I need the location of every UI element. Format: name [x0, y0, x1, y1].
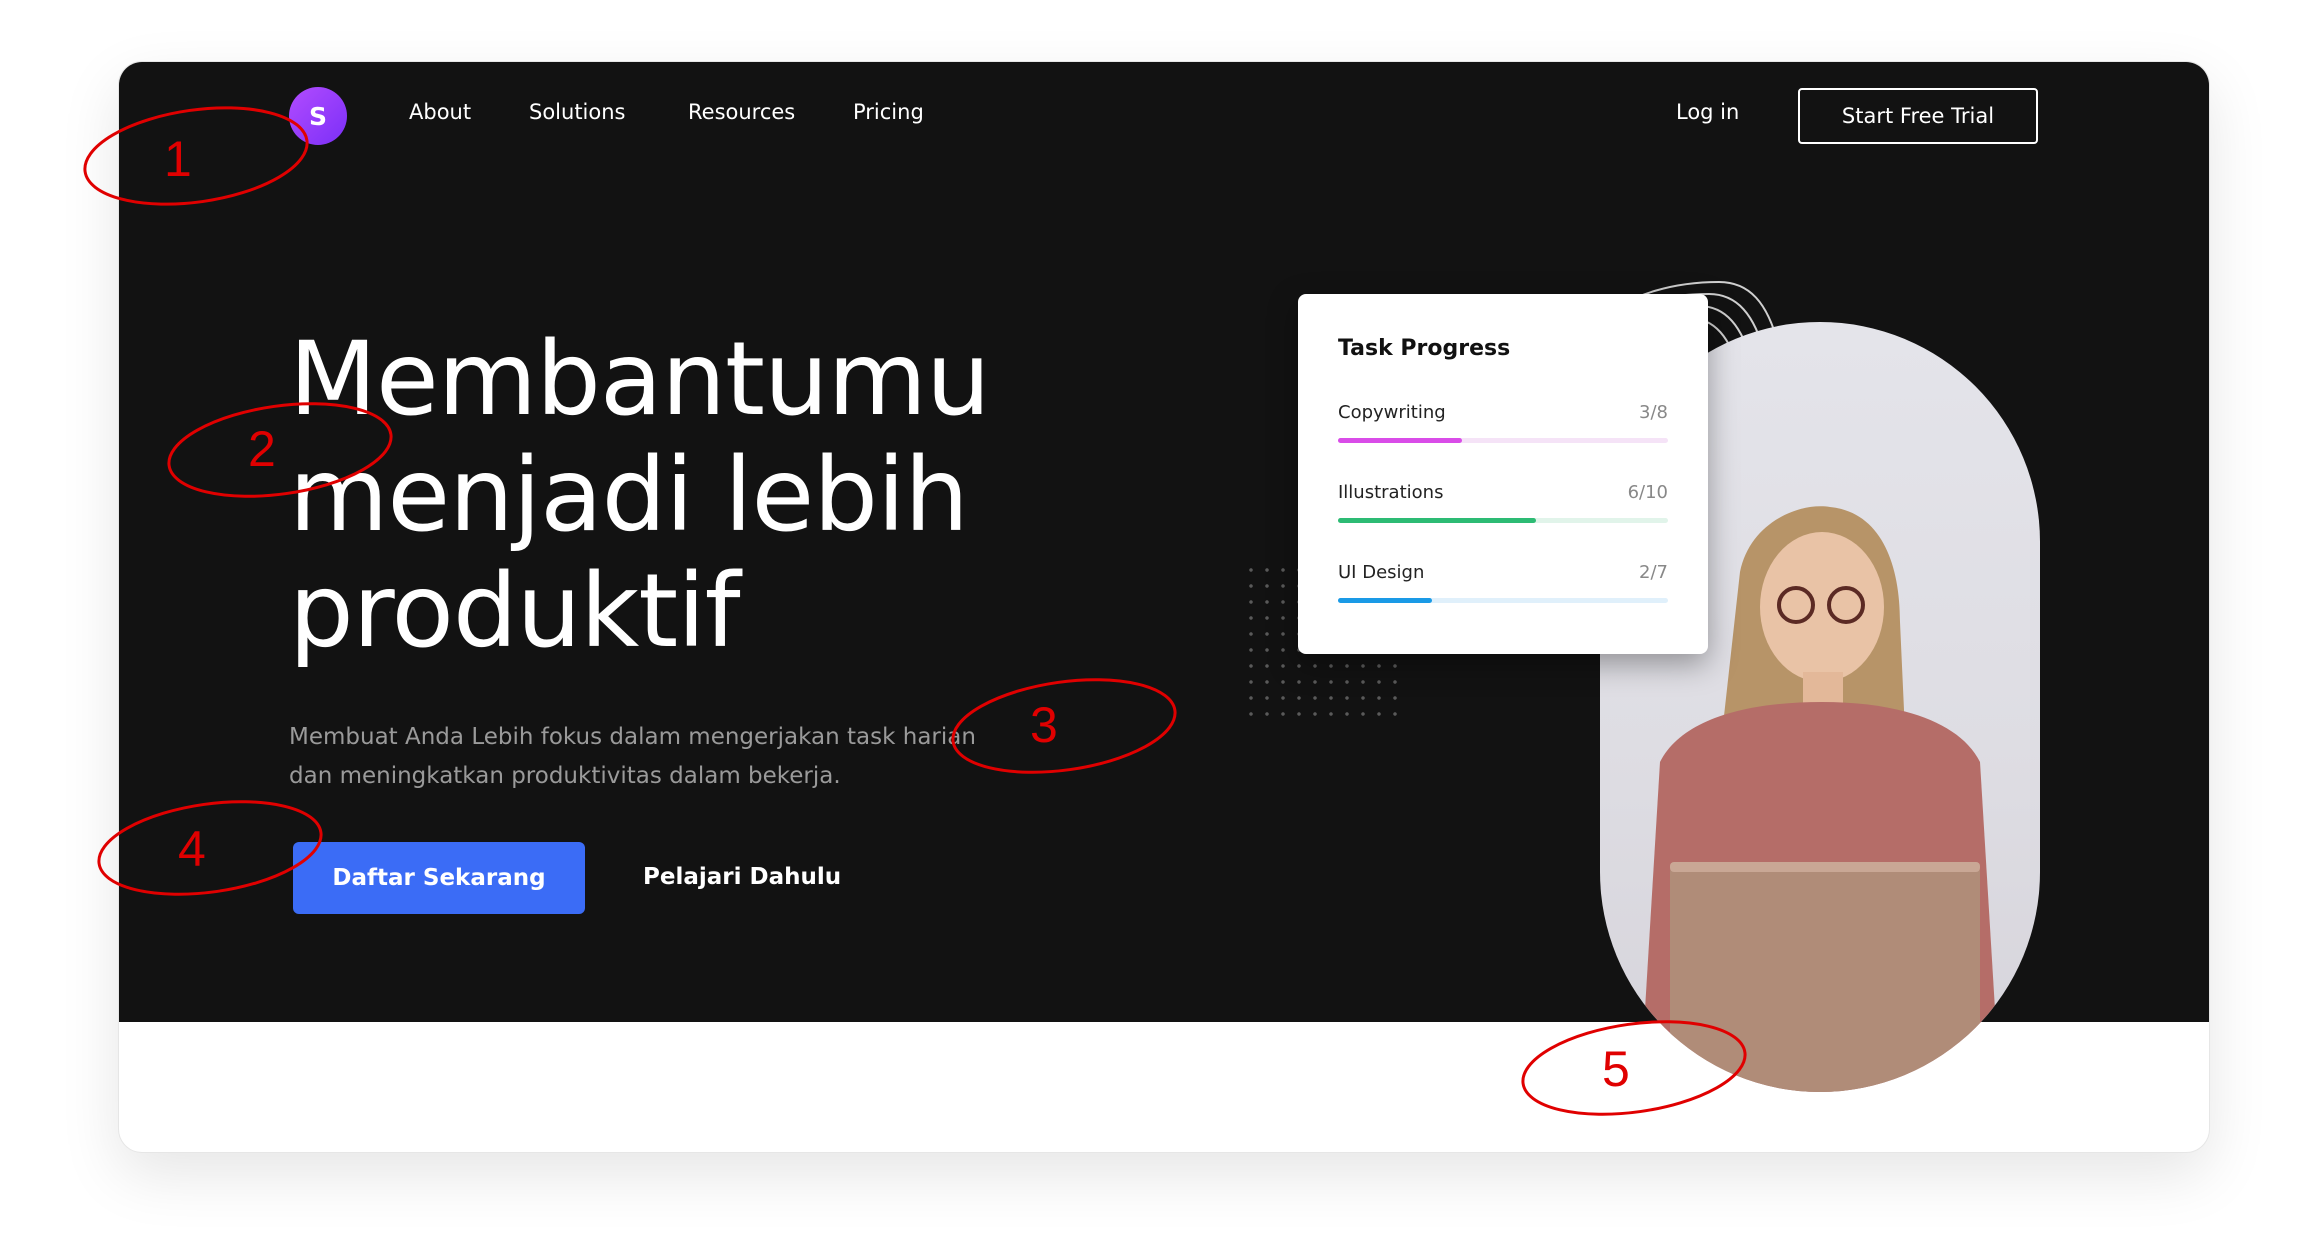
annotation-circle-3	[951, 678, 1177, 774]
subtitle-line-2: dan meningkatkan produktivitas dalam bek…	[289, 763, 841, 789]
hero-subtitle: Membuat Anda Lebih fokus dalam mengerjak…	[289, 718, 1049, 796]
annotation-circle-1	[83, 106, 309, 206]
annotation-number-5: 5	[1602, 1041, 1630, 1097]
login-link[interactable]: Log in	[1676, 100, 1739, 124]
task-count: 2/7	[1639, 562, 1668, 583]
progress-track	[1338, 518, 1668, 523]
daftar-sekarang-label: Daftar Sekarang	[332, 865, 546, 891]
nav-resources[interactable]: Resources	[688, 100, 795, 124]
laptop-edge	[1670, 862, 1980, 872]
top-navigation: S About Solutions Resources Pricing Log …	[119, 62, 2209, 222]
annotation-circle-4	[97, 800, 323, 896]
annotation-circle-5	[1521, 1020, 1747, 1116]
task-progress-card: Task Progress Copywriting 3/8 Illustrati…	[1298, 294, 1708, 654]
task-count: 3/8	[1639, 402, 1668, 423]
annotation-ellipse	[1521, 1020, 1747, 1116]
start-free-trial-button[interactable]: Start Free Trial	[1798, 88, 2038, 144]
headline-line-3: produktif	[289, 552, 741, 671]
annotation-number-4: 4	[178, 821, 206, 877]
annotation-ellipse	[83, 106, 309, 206]
annotation-circle-2	[167, 402, 393, 498]
nav-pricing[interactable]: Pricing	[853, 100, 924, 124]
task-name: Illustrations	[1338, 482, 1444, 503]
progress-track	[1338, 438, 1668, 443]
start-free-trial-label: Start Free Trial	[1841, 104, 1995, 128]
task-progress-title: Task Progress	[1338, 336, 1511, 361]
nav-solutions[interactable]: Solutions	[529, 100, 626, 124]
progress-track	[1338, 598, 1668, 603]
task-count: 6/10	[1627, 482, 1668, 503]
annotation-ellipse	[97, 800, 323, 896]
subtitle-line-1: Membuat Anda Lebih fokus dalam mengerjak…	[289, 724, 976, 750]
annotation-number-3: 3	[1030, 697, 1058, 753]
progress-fill	[1338, 598, 1433, 603]
annotation-ellipse	[167, 402, 393, 498]
pelajari-dahulu-button[interactable]: Pelajari Dahulu	[643, 864, 841, 890]
progress-fill	[1338, 518, 1536, 523]
annotation-number-2: 2	[248, 421, 276, 477]
nav-about[interactable]: About	[409, 100, 471, 124]
task-name: UI Design	[1338, 562, 1425, 583]
progress-fill	[1338, 438, 1462, 443]
landing-page-frame: S About Solutions Resources Pricing Log …	[118, 61, 2210, 1153]
task-name: Copywriting	[1338, 402, 1446, 423]
hero-headline: Membantumu menjadi lebih produktif	[289, 322, 1189, 670]
annotation-number-1: 1	[164, 131, 192, 187]
annotation-ellipse	[951, 678, 1177, 774]
